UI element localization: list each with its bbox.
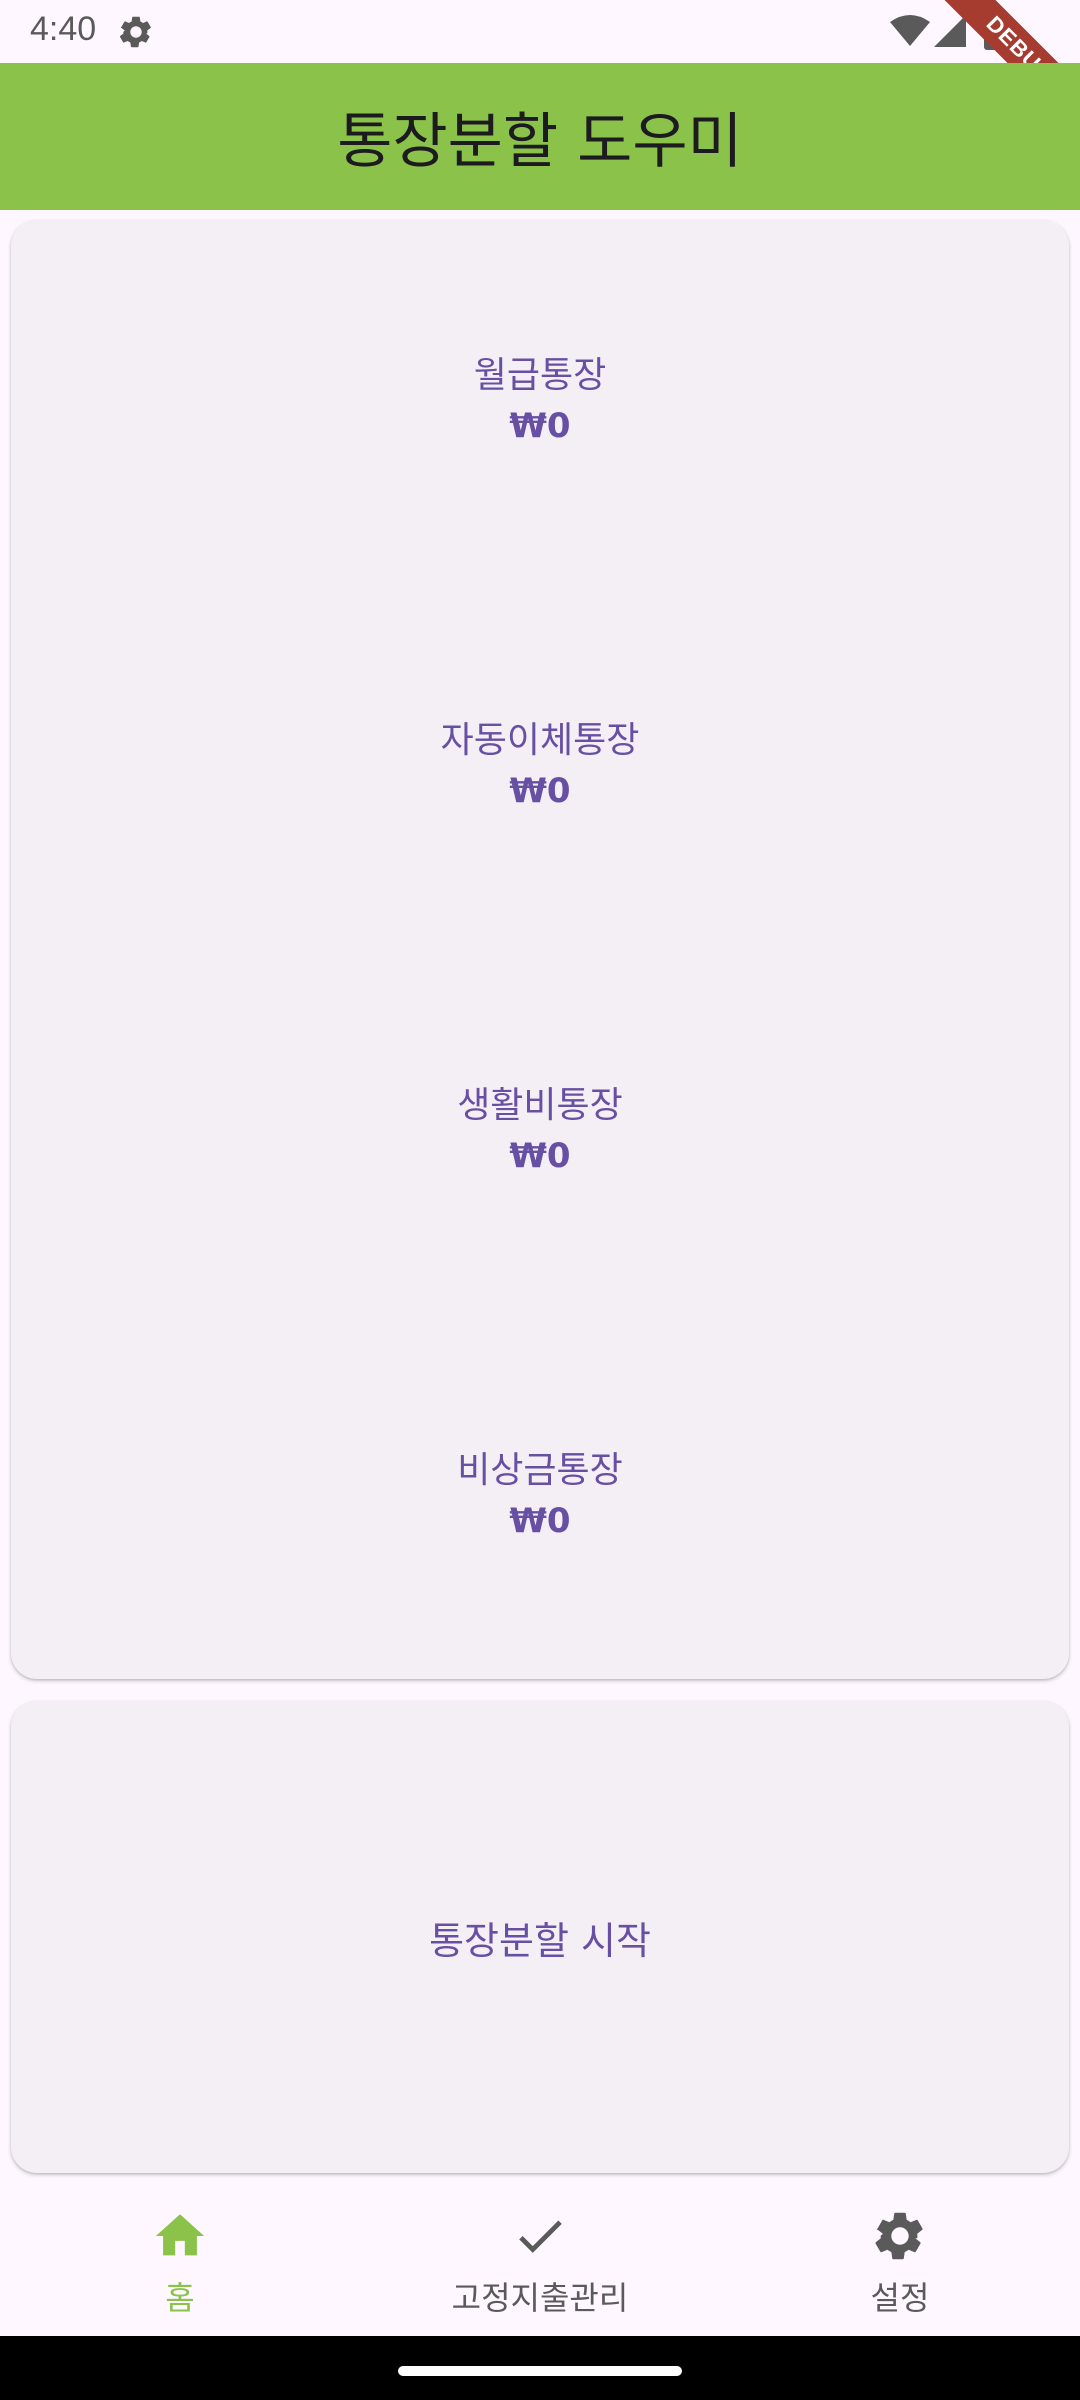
settings-gear-icon: [119, 16, 151, 48]
wifi-icon: [890, 15, 930, 46]
system-navigation-bar: [0, 2336, 1080, 2400]
nav-label-settings: 설정: [870, 2279, 930, 2317]
status-bar: 4:40: [0, 0, 1080, 63]
home-gesture-handle[interactable]: [398, 2366, 682, 2376]
accounts-card: 월급통장 ₩0 자동이체통장 ₩0 생활비통장 ₩0 비상금통장 ₩0: [11, 220, 1069, 1679]
account-item-salary[interactable]: 월급통장 ₩0: [11, 351, 1069, 451]
account-name: 자동이체통장: [440, 720, 640, 761]
account-name: 월급통장: [473, 355, 607, 396]
nav-item-home[interactable]: 홈: [0, 2184, 360, 2336]
nav-label-fixed-expenses: 고정지출관리: [451, 2279, 629, 2317]
start-split-label: 통장분할 시작: [429, 1918, 651, 1963]
account-balance: ₩0: [509, 406, 571, 446]
account-name: 생활비통장: [457, 1085, 623, 1126]
gear-icon: [875, 2212, 923, 2260]
account-name: 비상금통장: [457, 1450, 623, 1491]
account-balance: ₩0: [509, 771, 571, 811]
account-item-emergency-fund[interactable]: 비상금통장 ₩0: [11, 1446, 1069, 1546]
app-title: 통장분할 도우미: [337, 107, 743, 177]
bottom-navigation: 홈 고정지출관리 설정: [0, 2184, 1080, 2336]
nav-item-fixed-expenses[interactable]: 고정지출관리: [360, 2184, 720, 2336]
nav-item-settings[interactable]: 설정: [720, 2184, 1080, 2336]
app-bar: 통장분할 도우미: [0, 63, 1080, 210]
nav-label-home: 홈: [165, 2279, 195, 2317]
account-balance: ₩0: [509, 1136, 571, 1176]
status-time: 4:40: [30, 10, 97, 48]
account-balance: ₩0: [509, 1501, 571, 1541]
home-icon: [155, 2214, 205, 2256]
check-icon: [519, 2220, 562, 2253]
account-item-auto-transfer[interactable]: 자동이체통장 ₩0: [11, 716, 1069, 816]
start-split-card[interactable]: 통장분할 시작: [11, 1701, 1069, 2173]
account-item-living-expenses[interactable]: 생활비통장 ₩0: [11, 1081, 1069, 1181]
